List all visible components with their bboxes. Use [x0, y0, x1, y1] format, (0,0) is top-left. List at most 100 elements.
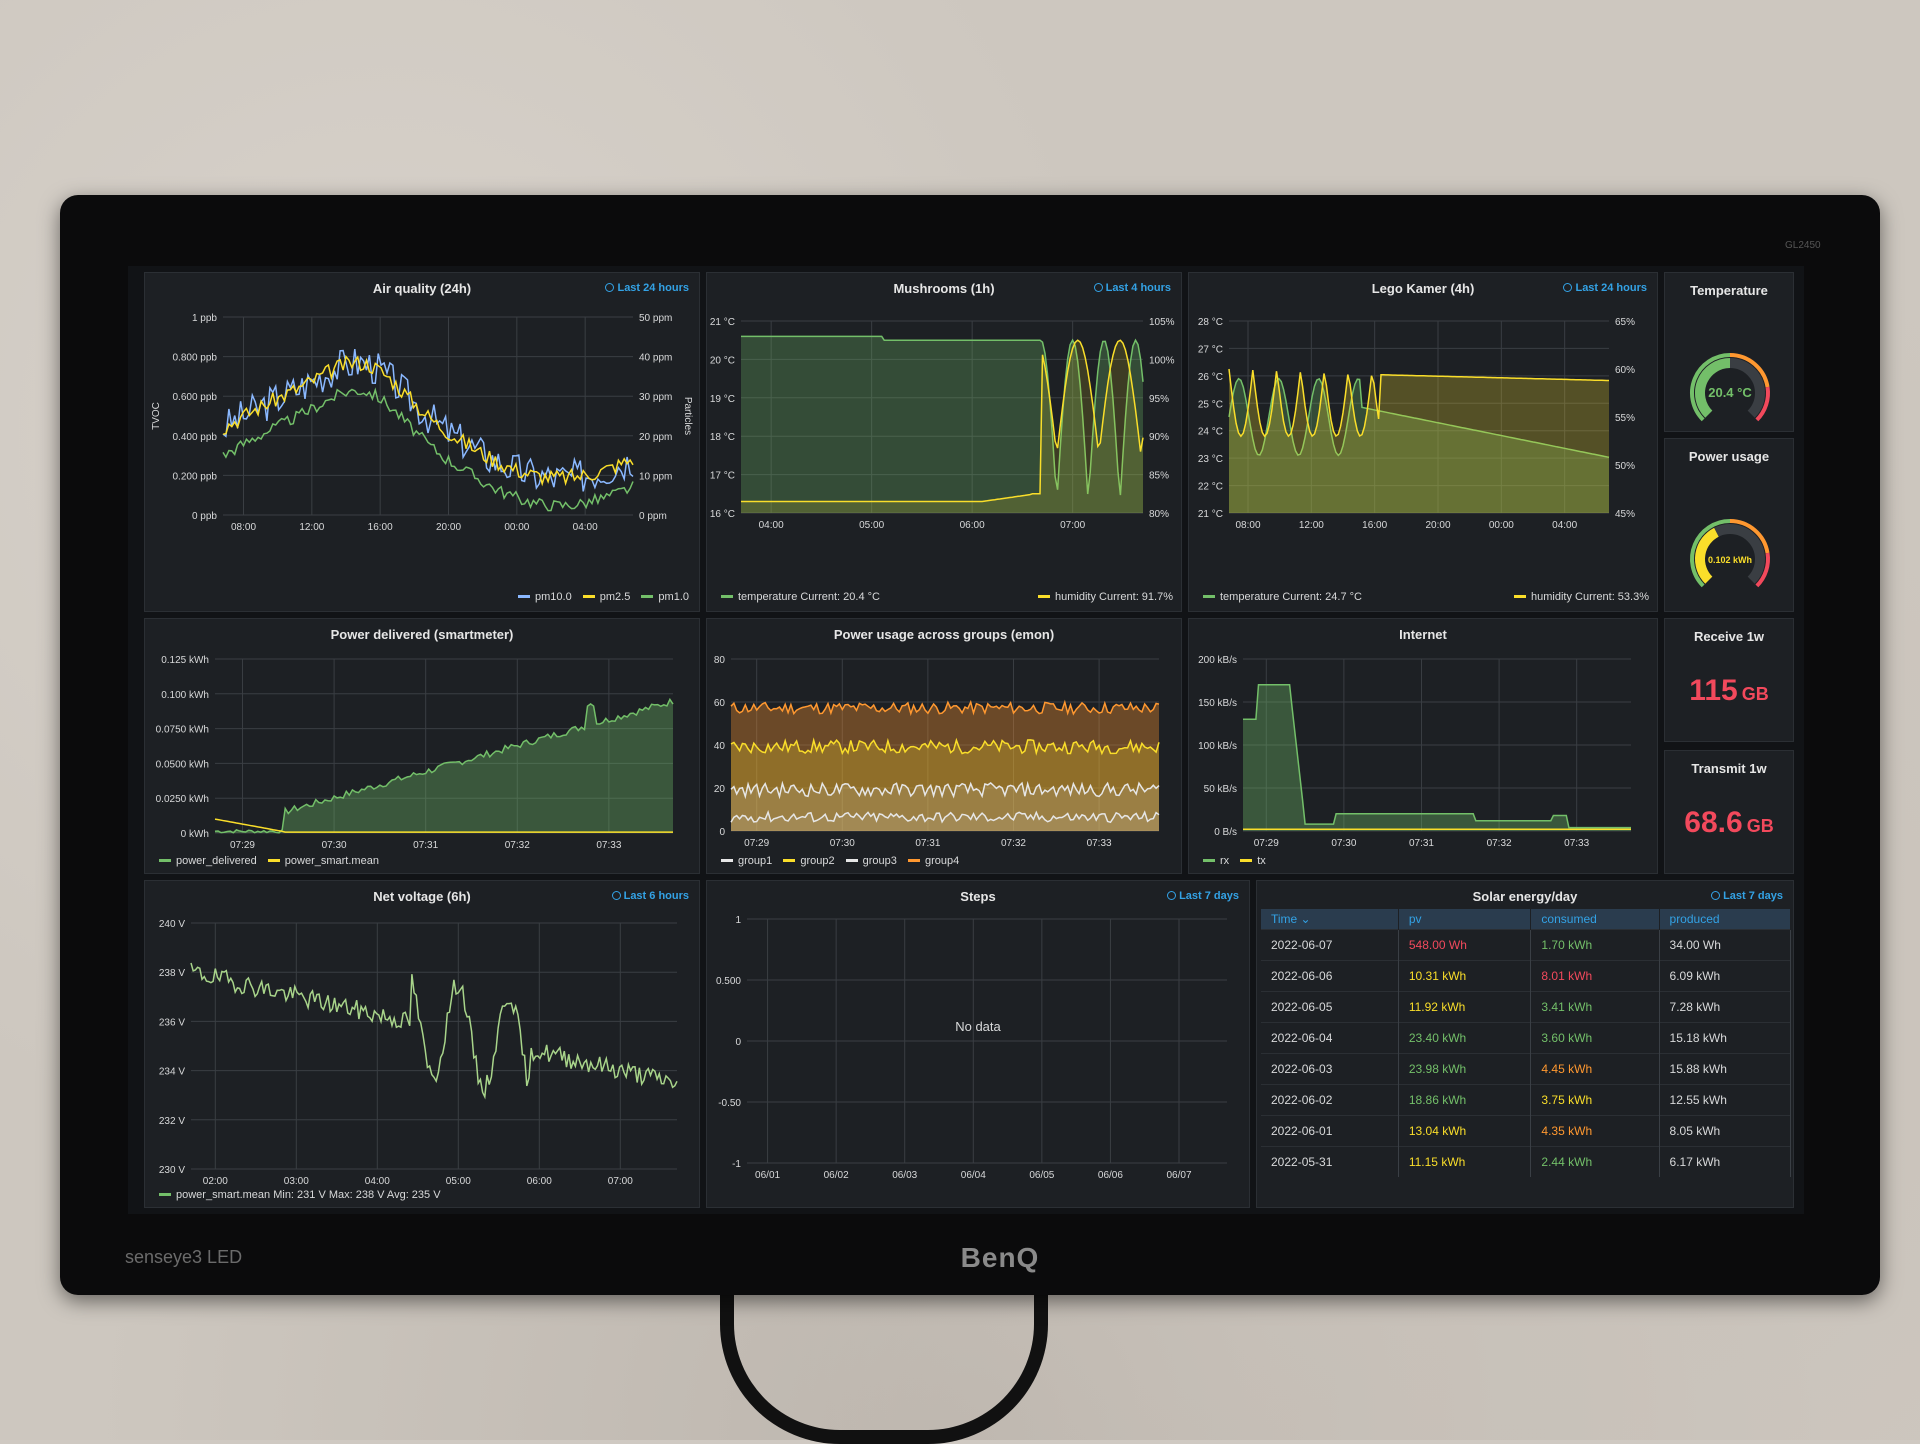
x-tick-label: 07:33 — [596, 840, 621, 851]
internet-graph[interactable]: 200 kB/s 150 kB/s 100 kB/s 50 kB/s 0 B/s 07:2… — [1189, 619, 1659, 875]
legend-item[interactable]: humidity Current: 91.7% — [1055, 591, 1173, 603]
y-tick-label: 24 °C — [1198, 427, 1223, 438]
cell-time: 2022-06-04 — [1261, 1022, 1399, 1054]
graph-legend: pm10.0 pm2.5 pm1.0 — [510, 591, 689, 603]
legend-item[interactable]: power_delivered — [176, 855, 257, 867]
y-tick-label: 27 °C — [1198, 344, 1223, 355]
legend-item[interactable]: rx — [1220, 855, 1229, 867]
cell-produced: 15.88 kWh — [1659, 1053, 1792, 1085]
net-voltage-graph[interactable]: 240 V 238 V 236 V 234 V 232 V 230 V 02:00 03:00… — [145, 881, 701, 1209]
y-tick-label: 0.125 kWh — [161, 655, 209, 666]
panel-net-voltage[interactable]: Net voltage (6h) Last 6 hours 240 V 238 V… — [144, 880, 700, 1208]
x-tick-label: 07:00 — [1060, 520, 1085, 531]
x-tick-label: 20:00 — [436, 522, 461, 533]
legend-swatch — [582, 594, 595, 598]
panel-lego-kamer[interactable]: Lego Kamer (4h) Last 24 hours 28 °C 27 °C… — [1188, 272, 1658, 612]
y-right-tick-label: 45% — [1615, 509, 1635, 520]
graph-legend-right: humidity Current: 53.3% — [1506, 591, 1649, 603]
column-header-pv[interactable]: pv — [1398, 909, 1532, 930]
cell-consumed: 8.01 kWh — [1530, 960, 1660, 992]
panel-internet[interactable]: Internet 200 kB/s 150 kB/s 100 kB/s 50 kB/s… — [1188, 618, 1658, 874]
y-tick-label: 20 °C — [710, 355, 735, 366]
no-data-message: No data — [955, 1019, 1001, 1034]
power-groups-graph[interactable]: 80 60 40 20 0 07:29 07:30 07:31 07:32 07:33 — [707, 619, 1183, 875]
column-header-consumed[interactable]: consumed — [1530, 909, 1660, 930]
air-quality-graph[interactable]: 1 ppb 0.800 ppb 0.600 ppb 0.400 ppb 0.200 pp… — [145, 273, 701, 613]
y-tick-label: 18 °C — [710, 432, 735, 443]
table-row[interactable]: 2022-06-01 13.04 kWh 4.35 kWh 8.05 kWh — [1261, 1115, 1792, 1147]
cell-produced: 12.55 kWh — [1659, 1084, 1792, 1116]
legend-item[interactable]: humidity Current: 53.3% — [1531, 591, 1649, 603]
panel-power-groups[interactable]: Power usage across groups (emon) 80 60 40 2… — [706, 618, 1182, 874]
panel-temperature-gauge[interactable]: Temperature 20.4 °C — [1664, 272, 1794, 432]
legend-item[interactable]: pm1.0 — [658, 591, 689, 603]
y-tick-label: 21 °C — [1198, 509, 1223, 520]
legend-item[interactable]: temperature Current: 20.4 °C — [738, 591, 880, 603]
y-tick-label: 0.100 kWh — [161, 690, 209, 701]
legend-swatch — [907, 858, 920, 862]
table-row[interactable]: 2022-05-31 11.15 kWh 2.44 kWh 6.17 kWh — [1261, 1146, 1792, 1177]
y-right-tick-label: 100% — [1149, 355, 1175, 366]
legend-item[interactable]: power_smart.mean Min: 231 V Max: 238 V A… — [176, 1189, 441, 1201]
y-tick-label: -1 — [732, 1159, 741, 1170]
y-tick-label: 1 — [735, 915, 741, 926]
table-row[interactable]: 2022-06-02 18.86 kWh 3.75 kWh 12.55 kWh — [1261, 1084, 1792, 1116]
legend-item[interactable]: group4 — [925, 855, 959, 867]
panel-steps[interactable]: Steps Last 7 days 1 0.500 0 -0.50 -1 06/01 06/… — [706, 880, 1250, 1208]
legend-item[interactable]: group2 — [800, 855, 834, 867]
legend-swatch — [1240, 858, 1253, 862]
x-tick-label: 07:29 — [744, 838, 769, 849]
legend-item[interactable]: group3 — [863, 855, 897, 867]
column-header-time[interactable]: Time ⌄ — [1261, 909, 1399, 930]
stat-number: 68.6 — [1684, 806, 1743, 839]
stat-value: 68.6 GB — [1665, 806, 1793, 840]
y-tick-label: 0.600 ppb — [173, 392, 218, 403]
cell-produced: 8.05 kWh — [1659, 1115, 1792, 1147]
table-row[interactable]: 2022-06-04 23.40 kWh 3.60 kWh 15.18 kWh — [1261, 1022, 1792, 1054]
y-right-tick-label: 40 ppm — [639, 353, 672, 364]
cell-time: 2022-06-07 — [1261, 929, 1399, 961]
panel-power-usage-gauge[interactable]: Power usage 0.102 kWh — [1664, 438, 1794, 612]
x-tick-label: 07:32 — [1001, 838, 1026, 849]
table-row[interactable]: 2022-06-06 10.31 kWh 8.01 kWh 6.09 kWh — [1261, 960, 1792, 992]
y-tick-label: 0 ppb — [192, 511, 217, 522]
stat-unit: GB — [1746, 816, 1774, 836]
column-header-produced[interactable]: produced — [1659, 909, 1792, 930]
panel-mushrooms[interactable]: Mushrooms (1h) Last 4 hours 21 °C 20 °C 19… — [706, 272, 1182, 612]
x-tick-label: 00:00 — [504, 522, 529, 533]
legend-item[interactable]: pm10.0 — [535, 591, 572, 603]
power-usage-gauge: 0.102 kWh — [1690, 519, 1770, 588]
x-tick-label: 06/02 — [824, 1170, 849, 1181]
panel-air-quality[interactable]: Air quality (24h) Last 24 hours 1 ppb 0.8… — [144, 272, 700, 612]
cell-pv: 548.00 Wh — [1398, 929, 1532, 961]
legend-item[interactable]: power_smart.mean — [285, 855, 379, 867]
table-row[interactable]: 2022-06-03 23.98 kWh 4.45 kWh 15.88 kWh — [1261, 1053, 1792, 1085]
y-tick-label: 234 V — [159, 1067, 185, 1078]
cell-produced: 15.18 kWh — [1659, 1022, 1792, 1054]
lego-kamer-graph[interactable]: 28 °C 27 °C 26 °C 25 °C 24 °C 23 °C 22 °C 21 °C… — [1189, 273, 1659, 613]
panel-solar-energy[interactable]: Solar energy/day Last 7 days Time ⌄ pv c… — [1256, 880, 1794, 1208]
panel-receive-1w[interactable]: Receive 1w 115 GB — [1664, 618, 1794, 742]
steps-graph[interactable]: 1 0.500 0 -0.50 -1 06/01 06/02 06/03 06/04 06/05 0… — [707, 881, 1251, 1209]
panel-power-delivered[interactable]: Power delivered (smartmeter) 0.125 kWh 0.… — [144, 618, 700, 874]
time-range-link[interactable]: Last 7 days — [1711, 890, 1783, 902]
x-tick-label: 07:30 — [830, 838, 855, 849]
power-delivered-graph[interactable]: 0.125 kWh 0.100 kWh 0.0750 kWh 0.0500 kWh 0.… — [145, 619, 701, 875]
table-row[interactable]: 2022-06-05 11.92 kWh 3.41 kWh 7.28 kWh — [1261, 991, 1792, 1023]
cell-pv: 23.98 kWh — [1398, 1053, 1532, 1085]
cell-pv: 11.15 kWh — [1398, 1146, 1532, 1177]
legend-item[interactable]: pm2.5 — [600, 591, 631, 603]
y-tick-label: 26 °C — [1198, 372, 1223, 383]
y-tick-label: 238 V — [159, 968, 185, 979]
legend-item[interactable]: group1 — [738, 855, 772, 867]
x-tick-label: 07:33 — [1087, 838, 1112, 849]
y-tick-label: 0 — [719, 827, 725, 838]
legend-item[interactable]: temperature Current: 24.7 °C — [1220, 591, 1362, 603]
mushrooms-graph[interactable]: 21 °C 20 °C 19 °C 18 °C 17 °C 16 °C 105% 100% 95… — [707, 273, 1183, 613]
panel-transmit-1w[interactable]: Transmit 1w 68.6 GB — [1664, 750, 1794, 874]
legend-swatch — [159, 858, 171, 862]
cell-produced: 6.09 kWh — [1659, 960, 1792, 992]
table-row[interactable]: 2022-06-07 548.00 Wh 1.70 kWh 34.00 Wh — [1261, 929, 1792, 961]
table-header-row: Time ⌄ pv consumed produced — [1261, 909, 1792, 930]
legend-item[interactable]: tx — [1257, 855, 1266, 867]
